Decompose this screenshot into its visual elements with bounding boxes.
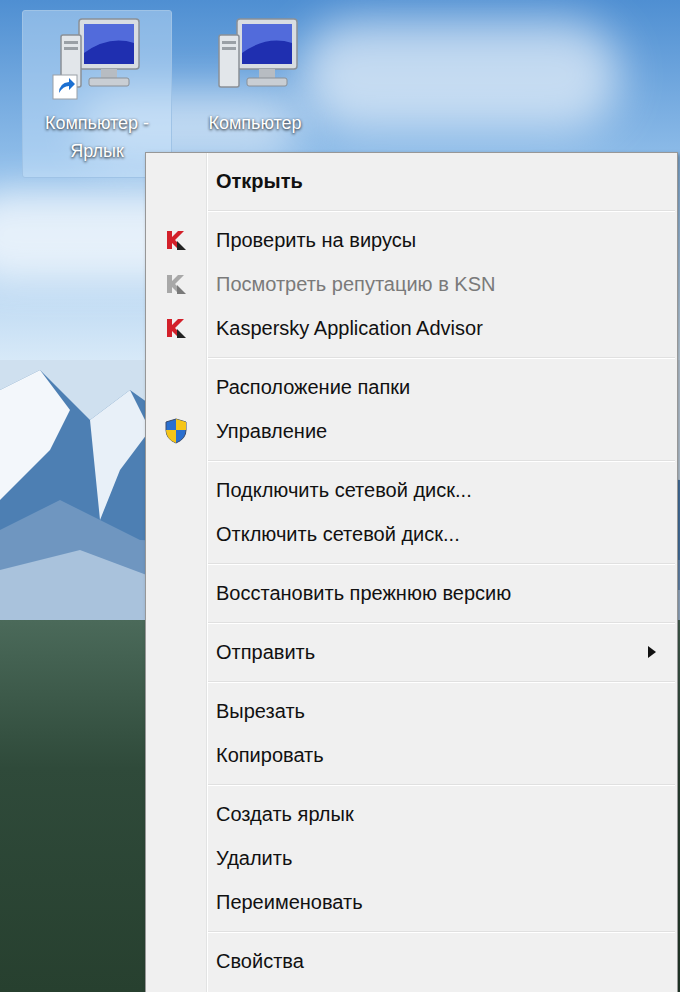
menu-item[interactable]: Проверить на вирусы	[146, 218, 677, 262]
menu-item-label: Kaspersky Application Advisor	[206, 316, 677, 340]
shield-icon	[164, 418, 188, 444]
menu-separator	[208, 350, 675, 365]
menu-item-label: Переименовать	[206, 890, 677, 914]
menu-item: Посмотреть репутацию в KSN	[146, 262, 677, 306]
kaspersky-icon	[164, 228, 188, 252]
menu-item-label: Свойства	[206, 949, 677, 973]
menu-item-label: Подключить сетевой диск...	[206, 478, 677, 502]
menu-item[interactable]: Копировать	[146, 733, 677, 777]
menu-item[interactable]: Переименовать	[146, 880, 677, 924]
desktop-icon-label: Компьютер	[185, 109, 325, 137]
menu-item-label: Копировать	[206, 743, 677, 767]
menu-item[interactable]: Отправить	[146, 630, 677, 674]
kaspersky-icon	[164, 272, 188, 296]
menu-item-label: Удалить	[206, 846, 677, 870]
menu-item-label: Отключить сетевой диск...	[206, 522, 677, 546]
menu-separator	[208, 615, 675, 630]
desktop: Компьютер - ЯрлыкКомпьютерОткрытьПровери…	[0, 0, 680, 992]
menu-item-label: Проверить на вирусы	[206, 228, 677, 252]
menu-separator	[208, 924, 675, 939]
context-menu: Открыть Проверить на вирусы Посмотреть реп…	[145, 152, 678, 992]
menu-item-label: Расположениe папки	[206, 375, 677, 399]
menu-item-label: Вырезать	[206, 699, 677, 723]
computer-icon	[207, 13, 303, 109]
menu-separator	[208, 453, 675, 468]
kaspersky-icon	[164, 316, 188, 340]
menu-item[interactable]: Управление	[146, 409, 677, 453]
menu-item-label: Отправить	[206, 640, 647, 664]
menu-item[interactable]: Свойства	[146, 939, 677, 983]
menu-item[interactable]: Удалить	[146, 836, 677, 880]
menu-item-label: Восстановить прежнюю версию	[206, 581, 677, 605]
shortcut-arrow-icon	[53, 75, 77, 99]
menu-separator	[208, 674, 675, 689]
menu-item-label: Управление	[206, 419, 677, 443]
menu-item-label: Создать ярлык	[206, 802, 677, 826]
menu-item[interactable]: Расположениe папки	[146, 365, 677, 409]
computer-icon	[49, 13, 145, 109]
menu-separator	[208, 777, 675, 792]
menu-item[interactable]: Открыть	[146, 159, 677, 203]
menu-separator	[208, 556, 675, 571]
menu-item[interactable]: Создать ярлык	[146, 792, 677, 836]
menu-item[interactable]: Вырезать	[146, 689, 677, 733]
menu-item-label: Посмотреть репутацию в KSN	[206, 272, 677, 296]
menu-item[interactable]: Восстановить прежнюю версию	[146, 571, 677, 615]
submenu-arrow-icon	[647, 645, 657, 659]
menu-item[interactable]: Kaspersky Application Advisor	[146, 306, 677, 350]
menu-separator	[208, 203, 675, 218]
menu-item[interactable]: Отключить сетевой диск...	[146, 512, 677, 556]
menu-item[interactable]: Подключить сетевой диск...	[146, 468, 677, 512]
menu-item-label: Открыть	[206, 169, 677, 193]
